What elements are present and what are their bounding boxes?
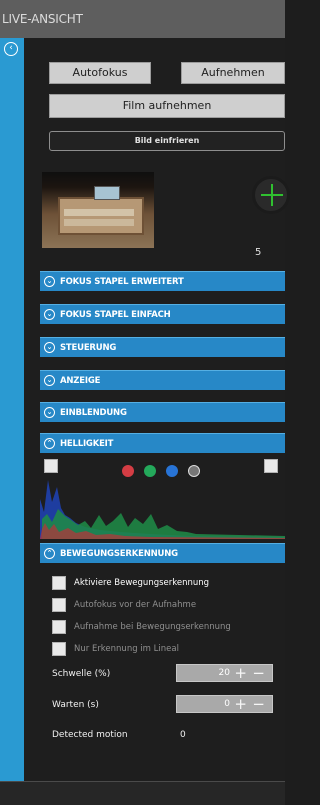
preview-object <box>58 197 144 235</box>
crosshair-icon[interactable] <box>252 176 290 214</box>
section-motion-detection[interactable]: ⌃ BEWEGUNGSERKENNUNG <box>40 543 285 563</box>
histogram-graph <box>40 480 285 539</box>
record-film-button[interactable]: Film aufnehmen <box>49 94 285 118</box>
capture-button[interactable]: Aufnehmen <box>181 62 285 84</box>
preview-drawer <box>64 219 134 226</box>
threshold-label: Schwelle (%) <box>52 669 111 679</box>
wait-label: Warten (s) <box>52 700 99 710</box>
chevron-up-icon: ⌃ <box>44 548 55 559</box>
autofocus-before-capture-checkbox[interactable] <box>52 598 66 612</box>
preview-box <box>94 186 120 200</box>
histogram[interactable] <box>40 457 285 539</box>
section-focus-stack-extended[interactable]: ⌄ FOKUS STAPEL ERWEITERT <box>40 271 285 291</box>
freeze-image-button[interactable]: Bild einfrieren <box>49 131 285 151</box>
chevron-up-icon: ⌃ <box>44 438 55 449</box>
detected-motion-value: 0 <box>180 730 186 740</box>
capture-on-motion-checkbox[interactable] <box>52 620 66 634</box>
live-preview-image[interactable] <box>42 172 154 248</box>
detected-motion-label: Detected motion <box>52 730 128 740</box>
section-display[interactable]: ⌄ ANZEIGE <box>40 370 285 390</box>
section-overlay[interactable]: ⌄ EINBLENDUNG <box>40 402 285 422</box>
chevron-down-icon: ⌄ <box>44 342 55 353</box>
channel-blue-dot[interactable] <box>166 465 178 477</box>
plus-icon[interactable]: + <box>234 695 247 713</box>
chevron-down-icon: ⌄ <box>44 309 55 320</box>
chevron-left-icon[interactable]: ‹ <box>4 42 18 56</box>
autofocus-before-capture-label: Autofokus vor der Aufnahme <box>74 600 197 610</box>
chevron-down-icon: ⌄ <box>44 375 55 386</box>
wait-stepper[interactable]: 0 + − <box>176 695 273 713</box>
side-strip: ‹ <box>0 38 24 782</box>
chevron-down-icon: ⌄ <box>44 276 55 287</box>
channel-gray-dot[interactable] <box>188 465 200 477</box>
section-control[interactable]: ⌄ STEUERUNG <box>40 337 285 357</box>
histogram-left-marker[interactable] <box>44 459 58 473</box>
section-brightness[interactable]: ⌃ HELLIGKEIT <box>40 433 285 453</box>
preview-count: 5 <box>255 247 262 258</box>
detect-in-ruler-label: Nur Erkennung im Lineal <box>74 644 179 654</box>
capture-on-motion-label: Aufnahme bei Bewegungserkennung <box>74 622 231 632</box>
minus-icon[interactable]: − <box>252 695 265 713</box>
section-focus-stack-simple[interactable]: ⌄ FOKUS STAPEL EINFACH <box>40 304 285 324</box>
minus-icon[interactable]: − <box>252 664 265 682</box>
title-bar: LIVE-ANSICHT <box>0 0 285 39</box>
detect-in-ruler-checkbox[interactable] <box>52 642 66 656</box>
enable-motion-label: Aktiviere Bewegungserkennung <box>74 578 210 588</box>
chevron-down-icon: ⌄ <box>44 407 55 418</box>
enable-motion-checkbox[interactable] <box>52 576 66 590</box>
histogram-right-marker[interactable] <box>264 459 278 473</box>
preview-drawer <box>64 209 134 216</box>
channel-green-dot[interactable] <box>144 465 156 477</box>
window-title: LIVE-ANSICHT <box>2 12 83 26</box>
threshold-stepper[interactable]: 20 + − <box>176 664 273 682</box>
autofocus-button[interactable]: Autofokus <box>49 62 151 84</box>
channel-red-dot[interactable] <box>122 465 134 477</box>
bottom-bar <box>0 781 285 805</box>
plus-icon[interactable]: + <box>234 664 247 682</box>
